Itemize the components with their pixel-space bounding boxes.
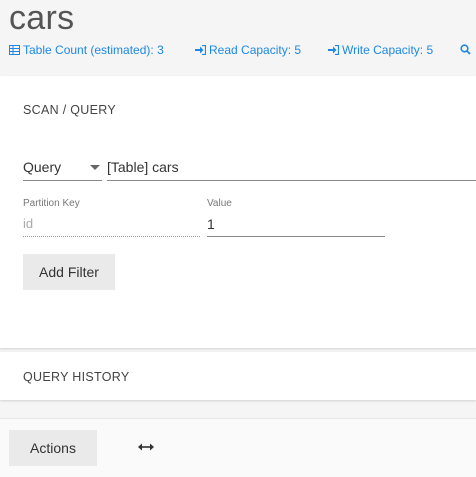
partition-key-value: id (23, 216, 34, 231)
partition-key-field: id (23, 212, 200, 237)
arrows-horizontal-icon[interactable] (136, 440, 156, 454)
partition-key-label: Partition Key (23, 198, 80, 209)
sign-in-icon (328, 45, 339, 55)
chevron-down-icon (90, 165, 100, 170)
table-select-value: [Table] cars (107, 159, 179, 175)
sign-in-icon (195, 45, 206, 55)
value-label: Value (207, 198, 232, 209)
scan-query-panel: SCAN / QUERY Query [Table] cars Partitio… (0, 76, 476, 348)
value-input-text: 1 (207, 216, 215, 232)
write-capacity-link[interactable]: Write Capacity: 5 (328, 43, 433, 57)
actions-button[interactable]: Actions (9, 430, 97, 466)
query-history-title: QUERY HISTORY (23, 370, 130, 384)
read-capacity-label: Read Capacity: 5 (209, 43, 302, 57)
footer-bar: Actions (0, 418, 476, 477)
write-capacity-label: Write Capacity: 5 (342, 43, 434, 57)
table-select[interactable]: [Table] cars (107, 156, 476, 181)
search-icon (460, 44, 471, 55)
read-capacity-link[interactable]: Read Capacity: 5 (195, 43, 301, 57)
add-filter-button[interactable]: Add Filter (23, 254, 115, 290)
table-stats: Table Count (estimated): 3 Read Capacity… (0, 43, 476, 57)
page-title: cars (9, 0, 75, 37)
table-count-link[interactable]: Table Count (estimated): 3 (9, 43, 164, 57)
table-count-label: Table Count (estimated): 3 (23, 43, 164, 57)
search-link[interactable] (460, 43, 474, 57)
scan-query-title: SCAN / QUERY (23, 103, 116, 117)
value-input[interactable]: 1 (207, 212, 385, 237)
query-history-panel[interactable]: QUERY HISTORY (0, 352, 476, 400)
table-icon (9, 45, 20, 55)
table-header: cars Table Count (estimated): 3 Read Cap… (0, 0, 476, 76)
mode-select-value: Query (23, 159, 62, 175)
mode-select[interactable]: Query (23, 156, 102, 181)
